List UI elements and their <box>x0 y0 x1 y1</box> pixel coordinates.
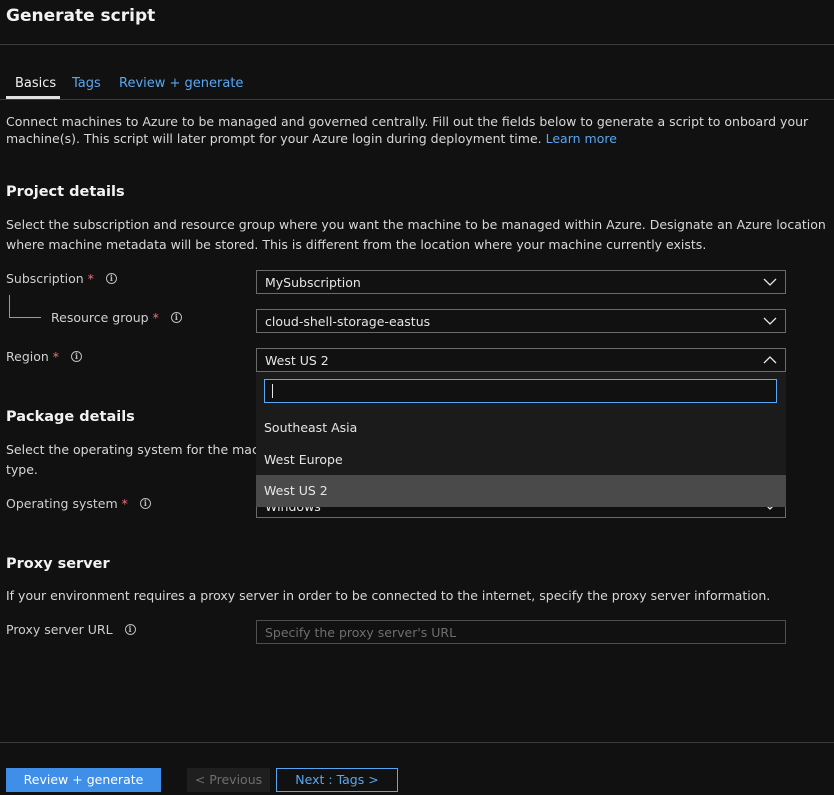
learn-more-link[interactable]: Learn more <box>546 131 617 146</box>
subscription-select[interactable]: MySubscription <box>256 270 786 294</box>
package-line-2: type. <box>6 462 38 477</box>
required-asterisk: * <box>52 349 60 364</box>
region-option-west-europe[interactable]: West Europe <box>256 444 786 476</box>
package-line-1: Select the operating system for the mach… <box>6 442 279 457</box>
operating-system-label-text: Operating system <box>6 496 118 511</box>
region-label-text: Region <box>6 349 49 364</box>
page-title: Generate script <box>6 6 156 26</box>
intro-text: Connect machines to Azure to be managed … <box>6 113 808 147</box>
info-icon[interactable]: i <box>124 624 136 635</box>
region-option-southeast-asia[interactable]: Southeast Asia <box>256 412 786 444</box>
required-asterisk: * <box>152 310 159 325</box>
resource-group-select[interactable]: cloud-shell-storage-eastus <box>256 309 786 333</box>
proxy-server-heading: Proxy server <box>6 556 110 572</box>
previous-button[interactable]: < Previous <box>187 768 270 792</box>
region-option-west-us-2[interactable]: West US 2 <box>256 475 786 507</box>
project-line-1: Select the subscription and resource gro… <box>6 217 826 232</box>
project-details-heading: Project details <box>6 184 125 200</box>
next-tags-button[interactable]: Next : Tags > <box>276 768 398 792</box>
tab-tags[interactable]: Tags <box>72 76 101 91</box>
review-generate-button[interactable]: Review + generate <box>6 768 161 792</box>
region-dropdown: Southeast Asia West Europe West US 2 <box>256 372 786 507</box>
tab-basics[interactable]: Basics <box>15 76 56 91</box>
operating-system-label: Operating system * i <box>6 496 151 511</box>
tree-connector-line <box>9 295 41 318</box>
project-line-2: where machine metadata will be stored. T… <box>6 237 707 252</box>
chevron-up-icon <box>763 356 777 364</box>
package-details-description: Select the operating system for the mach… <box>6 440 278 480</box>
info-icon[interactable]: i <box>139 498 151 509</box>
tabs-divider <box>0 99 834 100</box>
resource-group-value: cloud-shell-storage-eastus <box>265 314 431 329</box>
required-asterisk: * <box>121 496 128 511</box>
required-asterisk: * <box>87 271 94 286</box>
info-icon[interactable]: i <box>170 312 182 323</box>
project-details-description: Select the subscription and resource gro… <box>6 215 826 255</box>
header-divider <box>0 44 834 45</box>
tab-review-generate[interactable]: Review + generate <box>119 76 243 91</box>
footer-divider <box>0 742 834 743</box>
region-select[interactable]: West US 2 <box>256 348 786 372</box>
resource-group-label-text: Resource group <box>51 310 149 325</box>
intro-line-2: machine(s). This script will later promp… <box>6 130 808 147</box>
proxy-url-label: Proxy server URL i <box>6 622 136 637</box>
subscription-label-text: Subscription <box>6 271 84 286</box>
proxy-url-label-text: Proxy server URL <box>6 622 113 637</box>
proxy-server-description: If your environment requires a proxy ser… <box>6 588 771 603</box>
region-search-input[interactable] <box>264 379 777 403</box>
intro-line-2-text: machine(s). This script will later promp… <box>6 131 542 146</box>
intro-line-1: Connect machines to Azure to be managed … <box>6 114 809 129</box>
package-details-heading: Package details <box>6 409 135 425</box>
info-icon[interactable]: i <box>105 273 117 284</box>
text-caret <box>272 384 273 398</box>
resource-group-label: Resource group * i <box>51 310 182 325</box>
chevron-down-icon <box>763 278 777 286</box>
region-label: Region * i <box>6 349 83 364</box>
subscription-value: MySubscription <box>265 275 361 290</box>
info-icon[interactable]: i <box>71 351 83 362</box>
region-value: West US 2 <box>265 353 329 368</box>
proxy-url-input[interactable] <box>256 620 786 644</box>
subscription-label: Subscription * i <box>6 271 117 286</box>
chevron-down-icon <box>763 317 777 325</box>
